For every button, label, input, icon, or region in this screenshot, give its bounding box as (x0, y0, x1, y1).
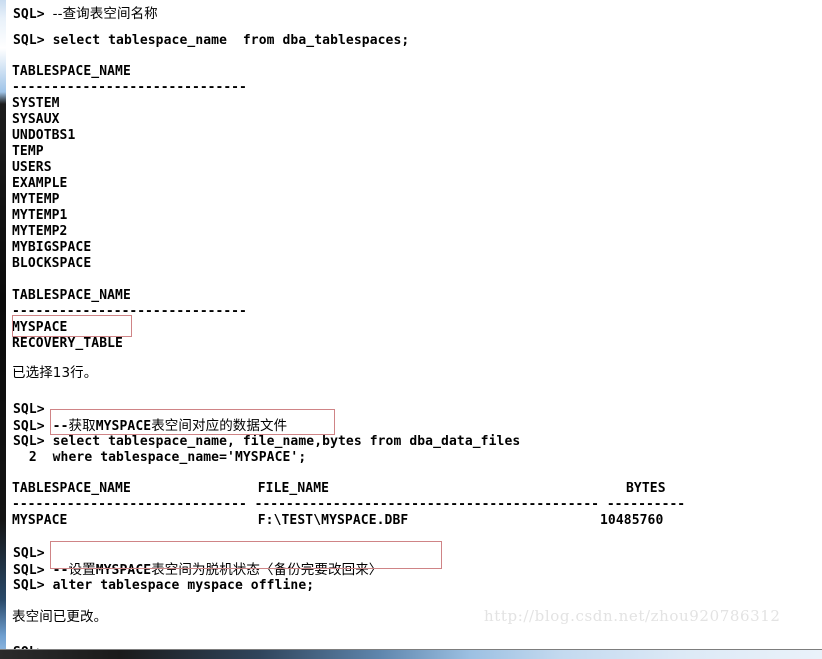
terminal-output-area[interactable]: SQL> --查询表空间名称 SQL> select tablespace_nam… (8, 0, 822, 659)
window-bottom-bar (0, 650, 822, 659)
terminal-line: SQL> --获取MYSPACE表空间对应的数据文件 (13, 418, 287, 434)
terminal-line: MYTEMP2 (12, 224, 68, 239)
terminal-text-cjk: --查询表空间名称 (52, 6, 158, 22)
terminal-text-cjk: 设置 (68, 562, 96, 578)
sqlplus-window: SQL> --查询表空间名称 SQL> select tablespace_nam… (0, 0, 822, 659)
terminal-text-ascii: SQL> (13, 7, 53, 22)
terminal-line: MYSPACE (12, 320, 68, 335)
terminal-line: SQL> (13, 546, 45, 561)
terminal-line: BLOCKSPACE (12, 256, 92, 271)
terminal-line: SQL> alter tablespace myspace offline; (13, 578, 315, 593)
terminal-line: USERS (12, 160, 52, 175)
terminal-text-ascii: SQL> (13, 419, 53, 434)
terminal-line: TEMP (12, 144, 44, 159)
terminal-line: SQL> select tablespace_name, file_name,b… (13, 434, 521, 449)
terminal-line: MYTEMP (12, 192, 60, 207)
watermark-text: http://blog.csdn.net/zhou920786312 (484, 607, 781, 625)
terminal-line: ------------------------------ (12, 304, 247, 319)
terminal-text-cjk: 表空间对应的数据文件 (151, 418, 288, 434)
terminal-line: TABLESPACE_NAME FILE_NAME (12, 481, 330, 496)
terminal-line: RECOVERY_TABLE (12, 336, 123, 351)
terminal-line: 2 where tablespace_name='MYSPACE'; (13, 450, 307, 465)
terminal-text-ascii: SQL> (13, 563, 53, 578)
terminal-line: ------------------------------ (12, 80, 247, 95)
terminal-line: MYBIGSPACE (12, 240, 92, 255)
terminal-line: TABLESPACE_NAME (12, 64, 131, 79)
terminal-line: 表空间已更改。 (12, 609, 108, 625)
terminal-line: 已选择13行。 (12, 365, 98, 381)
terminal-line: SYSTEM (12, 96, 60, 111)
terminal-line: TABLESPACE_NAME (12, 288, 131, 303)
terminal-line: MYTEMP1 (12, 208, 68, 223)
terminal-line: EXAMPLE (12, 176, 68, 191)
terminal-text-ascii: -- (52, 419, 69, 434)
terminal-line: ------------------------------ ---------… (12, 497, 686, 512)
terminal-text-ascii: MYSPACE (95, 563, 152, 578)
terminal-line: 10485760 (600, 513, 664, 528)
terminal-line: SQL> --查询表空间名称 (13, 6, 158, 22)
terminal-line: BYTES (626, 481, 666, 496)
terminal-line: UNDOTBS1 (12, 128, 76, 143)
terminal-line: SQL> (13, 402, 45, 417)
terminal-text-ascii: MYSPACE (95, 419, 152, 434)
terminal-text-cjk: 获取 (68, 418, 96, 434)
terminal-line: SQL> --设置MYSPACE表空间为脱机状态〈备份完要改回来〉 (13, 562, 382, 578)
terminal-text-cjk: 表空间为脱机状态〈备份完要改回来〉 (151, 562, 383, 578)
terminal-line: SYSAUX (12, 112, 60, 127)
terminal-line: MYSPACE F:\TEST\MYSPACE.DBF (12, 513, 409, 528)
terminal-line: SQL> select tablespace_name from dba_tab… (13, 33, 410, 48)
terminal-text-ascii: -- (52, 563, 69, 578)
